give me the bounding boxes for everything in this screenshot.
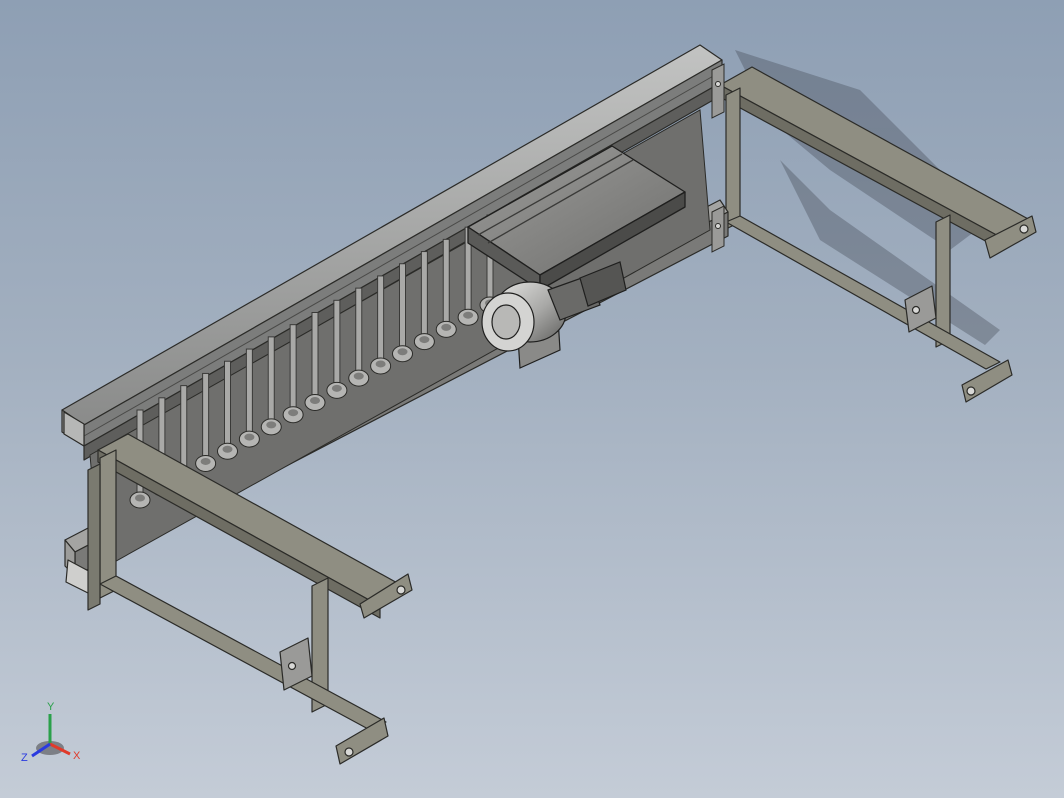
roller-shaft — [420, 251, 428, 343]
roller-shaft — [399, 263, 406, 355]
coordinate-triad: Y X Z — [21, 701, 81, 764]
roller-shaft — [333, 299, 341, 391]
roller-shaft — [377, 275, 385, 367]
roller-shaft — [311, 312, 319, 403]
roller-hub — [397, 348, 408, 356]
conveyor-assembly-model[interactable] — [0, 0, 1064, 798]
roller-hub — [463, 311, 474, 319]
roller-shaft — [202, 372, 210, 464]
roller-hub — [353, 372, 364, 380]
mounting-brackets — [711, 63, 725, 253]
roller-hub — [266, 421, 277, 429]
roller-hub — [135, 494, 145, 502]
roller-hub — [288, 409, 299, 417]
x-axis-label: X — [73, 750, 81, 762]
roller-hub — [419, 336, 430, 344]
roller-shaft — [180, 385, 188, 477]
roller-shaft — [355, 287, 363, 379]
roller-hub — [331, 384, 342, 392]
roller-hub — [200, 457, 211, 465]
roller-hub — [310, 397, 320, 404]
roller-shaft — [442, 238, 450, 330]
roller-shaft — [245, 348, 253, 440]
roller-shaft — [267, 336, 275, 428]
cad-viewport[interactable]: Y X Z — [0, 0, 1064, 798]
z-axis-label: Z — [21, 752, 28, 764]
roller-hub — [441, 323, 452, 331]
y-axis-label: Y — [47, 701, 55, 713]
roller-shaft — [289, 324, 297, 416]
roller-hub — [244, 433, 255, 441]
roller-hub — [375, 360, 386, 368]
roller-shaft — [224, 360, 231, 452]
roller-hub — [222, 445, 233, 453]
